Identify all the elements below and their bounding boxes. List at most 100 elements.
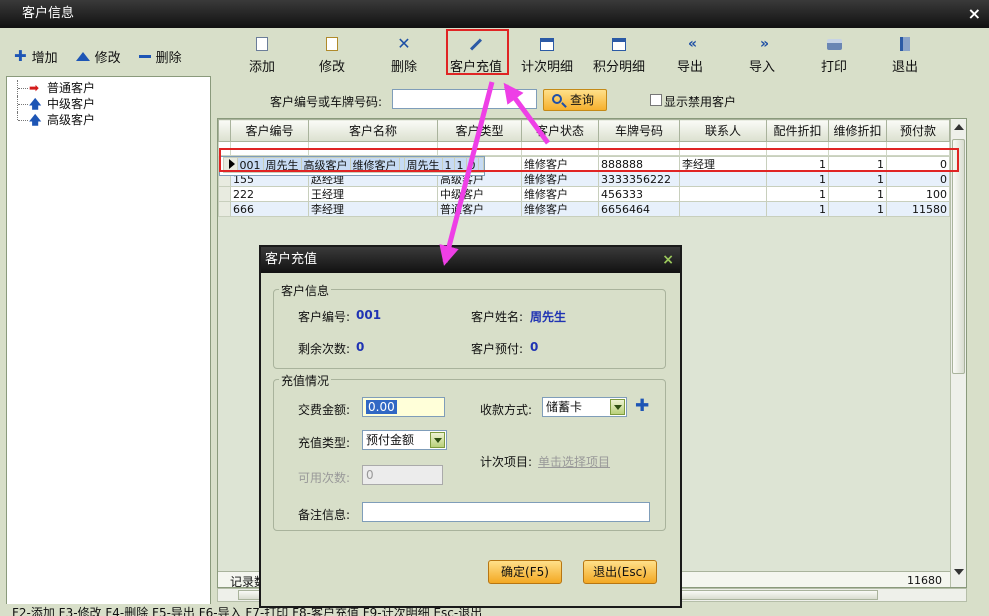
show-disabled-checkbox[interactable] xyxy=(650,94,662,106)
column-header[interactable]: 客户名称 xyxy=(308,119,438,142)
tree-item-normal-customer[interactable]: ➡ 普通客户 xyxy=(7,80,210,96)
add-label: 添加 xyxy=(248,60,275,75)
dropdown-arrow-icon[interactable] xyxy=(430,432,445,448)
confirm-button[interactable]: 确定(F5) xyxy=(488,560,562,584)
cust-no-label: 客户编号: xyxy=(298,310,351,324)
column-header[interactable]: 客户编号 xyxy=(230,119,309,142)
edit-button[interactable]: 修改 xyxy=(300,34,364,75)
dropdown-arrow-icon[interactable] xyxy=(610,399,625,415)
table-cell: 100 xyxy=(886,186,950,202)
table-cell: 1 xyxy=(828,201,887,217)
table-cell: 维修客户 xyxy=(521,171,599,187)
prepaid-value: 0 xyxy=(530,340,539,354)
tree-item-label: 中级客户 xyxy=(47,97,96,111)
prepaid-label: 客户预付: xyxy=(471,342,524,356)
delete-button[interactable]: ✕ 删除 xyxy=(372,34,436,76)
selected-row-highlight xyxy=(219,148,959,172)
count-project-label: 计次项目: xyxy=(480,455,533,469)
pay-method-value: 储蓄卡 xyxy=(546,400,583,414)
new-document-icon xyxy=(256,37,268,51)
export-button[interactable]: « 导出 xyxy=(658,34,722,75)
delete-category-button[interactable]: 删除 xyxy=(138,47,182,66)
plus-icon: ✚ xyxy=(14,47,27,65)
edit-document-icon xyxy=(326,37,338,51)
row-indicator-header xyxy=(218,119,231,142)
print-button[interactable]: 打印 xyxy=(802,34,866,75)
up-triangle-icon xyxy=(75,51,90,61)
points-detail-label: 积分明细 xyxy=(592,60,645,75)
table-header-row: 客户编号 客户名称 客户类型 客户状态 车牌号码 联系人 配件折扣 维修折扣 预… xyxy=(218,119,964,142)
customer-info-group: 客户信息 客户编号: 001 客户姓名: 周先生 剩余次数: 0 客户预付: 0 xyxy=(273,282,666,369)
table-cell: 456333 xyxy=(598,186,680,202)
scroll-thumb[interactable] xyxy=(952,139,965,374)
table-row[interactable]: 222 王经理 中级客户 维修客户 456333 1 1 100 xyxy=(218,186,964,202)
select-project-link[interactable]: 单击选择项目 xyxy=(538,453,610,470)
tree-line xyxy=(17,96,29,112)
table-row[interactable]: 666 李经理 普通客户 维修客户 6656464 1 1 11580 xyxy=(218,201,964,217)
dialog-exit-button[interactable]: 退出(Esc) xyxy=(583,560,657,584)
table-cell: 1 xyxy=(766,201,829,217)
pay-method-select[interactable]: 储蓄卡 xyxy=(542,397,627,417)
recharge-dialog: 客户充值 × 客户信息 客户编号: 001 客户姓名: 周先生 剩余次数: 0 … xyxy=(259,245,682,608)
add-button[interactable]: 添加 xyxy=(230,34,294,75)
row-indicator xyxy=(218,201,231,217)
recharge-group: 充值情况 交费金额: 0.00 收款方式: 储蓄卡 ✚ 充值类型: 预付金额 计… xyxy=(273,372,666,531)
query-button[interactable]: 查询 xyxy=(543,89,607,111)
scroll-up-icon[interactable] xyxy=(954,124,964,130)
column-header[interactable]: 联系人 xyxy=(679,119,767,142)
column-header[interactable]: 配件折扣 xyxy=(766,119,829,142)
table-cell: 李经理 xyxy=(308,201,438,217)
tree-line xyxy=(17,80,29,96)
amount-value: 0.00 xyxy=(366,400,397,414)
points-detail-button[interactable]: 积分明细 xyxy=(587,34,651,75)
column-header[interactable]: 车牌号码 xyxy=(598,119,680,142)
pay-method-label: 收款方式: xyxy=(480,403,533,417)
show-disabled-label: 显示禁用客户 xyxy=(664,95,737,109)
prepaid-total: 11680 xyxy=(907,574,942,587)
edit-category-button[interactable]: 修改 xyxy=(75,47,121,66)
recharge-button-highlight xyxy=(446,29,509,75)
recharge-type-label: 充值类型: xyxy=(298,436,351,450)
usable-times-label: 可用次数: xyxy=(298,471,351,485)
tree-item-label: 普通客户 xyxy=(47,81,96,95)
customer-category-tree: ➡ 普通客户 🡅 中级客户 🡅 高级客户 xyxy=(6,76,211,606)
column-header[interactable]: 预付款 xyxy=(886,119,950,142)
table-cell xyxy=(679,186,767,202)
table-cell: 1 xyxy=(828,186,887,202)
scroll-down-icon[interactable] xyxy=(954,569,964,575)
dialog-title-bar: 客户充值 × xyxy=(261,247,680,273)
remark-label: 备注信息: xyxy=(298,508,351,522)
table-cell: 666 xyxy=(230,201,309,217)
search-input[interactable] xyxy=(392,89,537,109)
amount-label: 交费金额: xyxy=(298,403,351,417)
remark-input[interactable] xyxy=(362,502,650,522)
table-cell: 中级客户 xyxy=(437,186,522,202)
column-header[interactable]: 维修折扣 xyxy=(828,119,887,142)
exit-button[interactable]: 退出 xyxy=(873,34,937,75)
edit-category-label: 修改 xyxy=(94,50,121,66)
delete-category-label: 删除 xyxy=(155,50,182,66)
recharge-type-select[interactable]: 预付金额 xyxy=(362,430,447,450)
table-cell: 维修客户 xyxy=(521,186,599,202)
amount-input[interactable]: 0.00 xyxy=(362,397,445,417)
export-label: 导出 xyxy=(676,60,703,75)
window-close-icon[interactable]: × xyxy=(968,0,981,28)
recharge-type-value: 预付金额 xyxy=(366,433,415,447)
cust-no-value: 001 xyxy=(356,308,382,322)
column-header[interactable]: 客户状态 xyxy=(521,119,599,142)
vertical-scrollbar[interactable] xyxy=(950,119,966,587)
column-header[interactable]: 客户类型 xyxy=(437,119,522,142)
import-button[interactable]: » 导入 xyxy=(730,34,794,75)
double-chevron-right-icon: » xyxy=(759,36,769,52)
table-cell xyxy=(679,171,767,187)
tree-item-senior-customer[interactable]: 🡅 高级客户 xyxy=(7,112,210,128)
count-detail-button[interactable]: 计次明细 xyxy=(515,34,579,75)
group-title: 客户信息 xyxy=(279,282,332,299)
add-category-button[interactable]: ✚ 增加 xyxy=(14,47,58,66)
tree-item-mid-customer[interactable]: 🡅 中级客户 xyxy=(7,96,210,112)
search-bar: 客户编号或车牌号码: 查询 显示禁用客户 xyxy=(217,86,967,116)
dialog-title: 客户充值 xyxy=(265,252,318,267)
add-pay-method-icon[interactable]: ✚ xyxy=(635,396,649,416)
dialog-close-icon[interactable]: × xyxy=(662,247,674,273)
table-cell: 1 xyxy=(766,171,829,187)
